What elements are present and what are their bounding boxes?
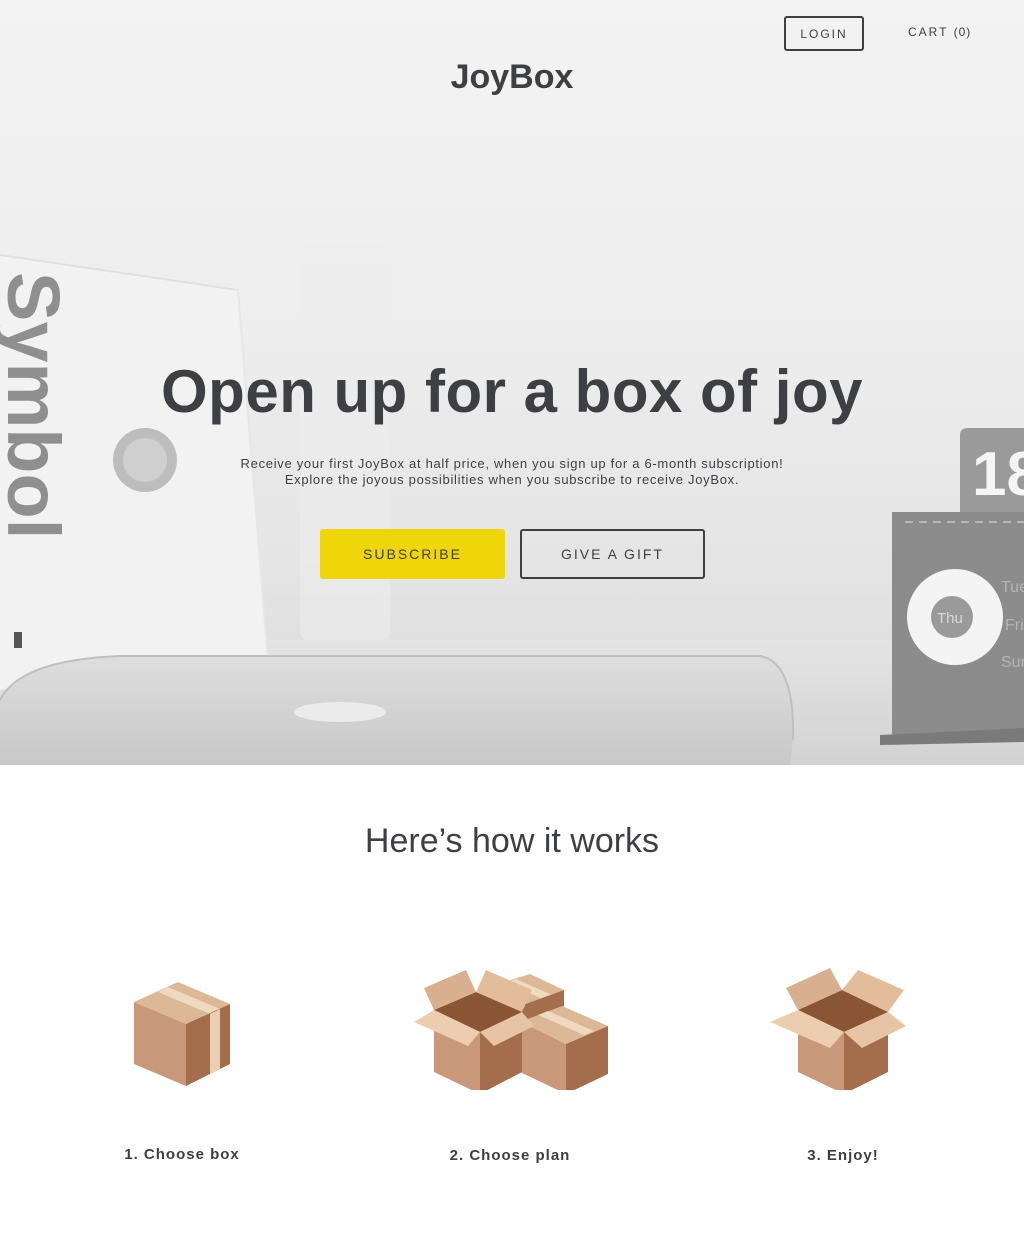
hero-section: Symbol 18 Thu Tue Fri Sun LOGIN CART [0, 0, 1024, 765]
calendar-side-day-1: Tue [1001, 579, 1024, 596]
closed-box-icon [134, 982, 230, 1086]
calendar-side-day-2: Fri [1005, 617, 1024, 634]
subscribe-button[interactable]: SUBSCRIBE [320, 529, 505, 579]
login-button[interactable]: LOGIN [784, 16, 864, 51]
boxes-icon [414, 970, 608, 1090]
hero-title: Open up for a box of joy [161, 358, 863, 425]
step-choose-box: 1. Choose box [12, 960, 352, 1163]
give-gift-button[interactable]: GIVE A GIFT [520, 529, 705, 579]
step-2-label: 2. Choose plan [449, 1147, 571, 1164]
hero-subtitle-line-1: Receive your first JoyBox at half price,… [240, 456, 784, 471]
cart-count: (0) [953, 25, 972, 39]
calendar-side-day-3: Sun [1001, 654, 1024, 671]
open-box-icon [770, 968, 906, 1090]
calendar-day-text: Thu [937, 610, 963, 627]
hero-subtitle: Receive your first JoyBox at half price,… [0, 456, 1024, 488]
cart-label: CART [908, 25, 949, 39]
step-1-label: 1. Choose box [124, 1146, 240, 1163]
step-choose-plan: 2. Choose plan [340, 960, 680, 1164]
step-3-label: 3. Enjoy! [807, 1147, 879, 1164]
how-it-works-title: Here’s how it works [364, 822, 660, 860]
hero-subtitle-line-2: Explore the joyous possibilities when yo… [284, 472, 740, 487]
step-enjoy: 3. Enjoy! [673, 960, 1013, 1164]
laptop-image [0, 655, 795, 765]
brand-logo[interactable]: JoyBox [0, 58, 1024, 97]
cart-link[interactable]: CART (0) [908, 25, 971, 39]
